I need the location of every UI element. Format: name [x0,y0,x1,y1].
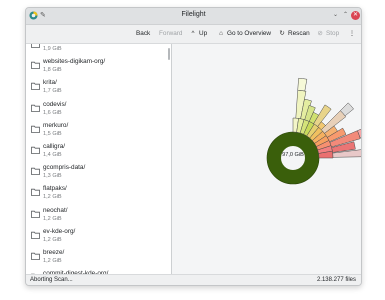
stop-button[interactable]: ⊘ Stop [316,28,339,40]
overview-label: Go to Overview [227,30,272,37]
folder-name: calligra/ [43,143,66,150]
folder-name: krita/ [43,79,57,87]
folder-size: 1,3 GiB [43,173,62,180]
folder-segment[interactable] [297,77,308,92]
maximize-icon[interactable]: ⌃ [341,11,350,20]
folder-size: 1,2 GiB [43,194,62,201]
folder-icon [31,189,40,197]
folder-name: ev-kde-org/ [43,227,76,235]
folder-size: 1,2 GiB [43,215,62,222]
list-item[interactable]: dolphin-kde-org1,9 GiB [26,44,166,57]
up-label: Up [199,30,208,37]
window-title: Filelight [181,11,206,18]
status-message: Aborting Scan... [30,277,73,283]
minimize-icon[interactable]: ⌄ [331,11,340,20]
folder-icon [31,61,40,70]
folder-icon [31,125,40,133]
list-item[interactable]: neochat/1,2 GiB [26,206,166,227]
forward-label: Forward [159,30,183,37]
list-item[interactable]: calligra/1,4 GiB [26,142,166,163]
folder-list[interactable]: dolphin-kde-org1,9 GiBwebsites-digikam-o… [26,44,172,274]
folder-size: 1,2 GiB [43,236,62,243]
forward-button[interactable]: Forward [159,28,182,40]
back-button[interactable]: Back [136,28,150,40]
folder-size: 1,8 GiB [43,67,62,74]
close-icon[interactable]: ✕ [351,11,360,20]
folder-name: codevis/ [43,100,67,108]
title-bar: ✎ Filelight ⌄ ⌃ ✕ [26,8,361,25]
list-item[interactable]: gcompris-data/1,3 GiB [26,163,166,184]
folder-list-scrollbar[interactable] [167,44,171,274]
main-toolbar: Back Forward ^ Up ⌂ Go to Overview ↻ Rescan… [26,25,361,44]
folder-size: 1,7 GiB [43,88,62,95]
radial-map-view[interactable]: 97,0 GiB [172,44,361,274]
refresh-icon: ↻ [279,30,285,37]
folder-icon [31,167,40,176]
folder-size: 1,2 GiB [43,258,62,264]
home-icon: ⌂ [219,30,223,37]
folder-name: gcompris-data/ [43,164,86,172]
filelight-window: ✎ Filelight ⌄ ⌃ ✕ Back Forward ^ Up ⌂ Go t… [25,7,362,286]
folder-icon [31,231,40,239]
root-ring[interactable] [267,132,319,184]
file-count: 2.138.277 files [316,277,356,283]
folder-size: 1,6 GiB [43,109,62,116]
folder-name: merkuro/ [43,121,69,129]
folder-name: neochat/ [43,206,68,214]
kebab-menu-icon: ⋮ [348,30,356,37]
stop-label: Stop [326,30,340,37]
folder-size: 1,5 GiB [43,130,62,137]
list-item[interactable]: codevis/1,6 GiB [26,100,166,121]
list-item[interactable]: merkuro/1,5 GiB [26,121,166,142]
folder-name: breeze/ [43,249,65,256]
scrollbar-thumb[interactable] [168,48,170,60]
center-size-label: 97,0 GiB [282,152,304,158]
radial-map[interactable]: 97,0 GiB [172,44,361,274]
folder-size: 1,4 GiB [43,152,62,158]
folder-icon [31,146,40,154]
back-label: Back [136,30,151,37]
rescan-button[interactable]: ↻ Rescan [278,28,310,40]
up-button[interactable]: ^ Up [189,28,208,40]
rescan-label: Rescan [288,30,310,37]
folder-size: 1,9 GiB [43,46,62,52]
list-item[interactable]: breeze/1,2 GiB [26,248,166,269]
list-item[interactable]: krita/1,7 GiB [26,78,166,99]
menu-button[interactable]: ⋮ [348,28,358,40]
list-item[interactable]: websites-digikam-org/1,8 GiB [26,57,166,78]
folder-name: websites-digikam-org/ [43,58,106,66]
folder-icon [31,83,40,91]
folder-name: flatpaks/ [43,185,67,193]
list-item[interactable]: ev-kde-org/1,2 GiB [26,227,166,248]
chevron-up-icon: ^ [191,30,195,37]
stop-icon: ⊘ [317,30,323,37]
status-bar: Aborting Scan... 2.138.277 files [26,274,361,285]
list-item[interactable]: flatpaks/1,2 GiB [26,184,166,205]
folder-icon [31,210,40,218]
folder-icon [31,252,40,260]
folder-icon [31,104,40,112]
folder-icon [31,44,40,48]
go-to-overview-button[interactable]: ⌂ Go to Overview [217,28,271,40]
